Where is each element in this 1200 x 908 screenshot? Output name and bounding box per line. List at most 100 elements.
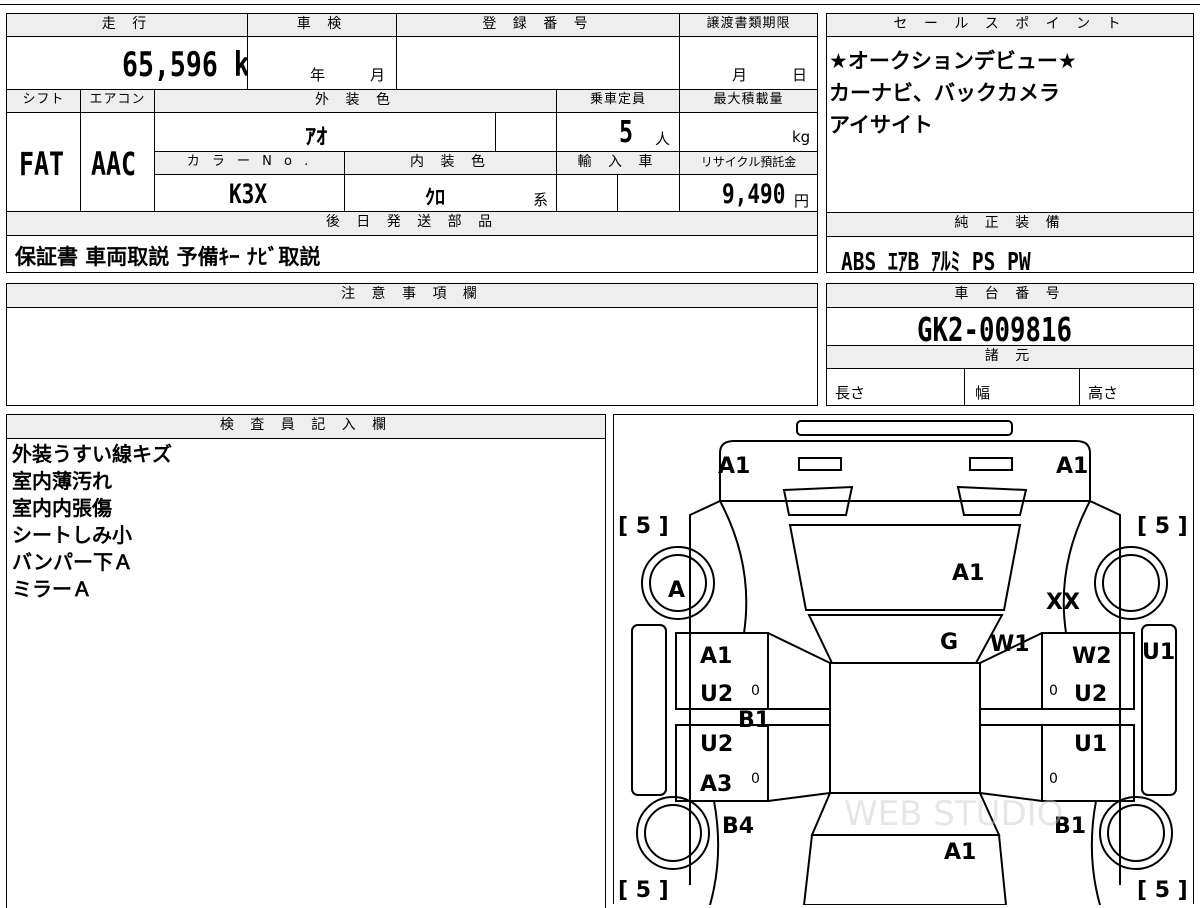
length-label: 長さ — [835, 384, 866, 402]
capacity-cell: 5 人 — [556, 112, 680, 152]
recycle-header: リサイクル預託金 — [679, 151, 818, 175]
height-cell: 高さ — [1079, 368, 1194, 406]
front-bumper-strip — [796, 420, 1013, 436]
chassis-header: 車 台 番 号 — [826, 283, 1194, 308]
sales-points-header: セ ー ル ス ポ イ ン ト — [826, 13, 1194, 37]
wheel-front-right-inner — [1102, 554, 1160, 612]
recycle-value: 9,490 — [722, 179, 786, 210]
mark-left-front-door-a: A1 — [700, 644, 732, 669]
mark-zero-1: 0 — [751, 683, 760, 699]
mark-left-rear-door-u: U2 — [700, 732, 733, 757]
mark-left-rear-fender: B4 — [722, 814, 754, 839]
sales-point-line-3: アイサイト — [829, 113, 933, 137]
roof — [829, 662, 981, 794]
top-strip — [0, 0, 1200, 5]
vehicle-damage-diagram: A1 A1 [ 5 ] [ 5 ] [ 5 ] [ 5 ] A A1 XX G … — [618, 420, 1188, 905]
color-no-value: K3X — [229, 179, 268, 210]
inspector-line-3: 室内内張傷 — [12, 496, 112, 520]
recycle-unit: 円 — [794, 192, 810, 210]
sales-points-cell: ★オークションデビュー★ カーナビ、バックカメラ アイサイト — [826, 36, 1194, 213]
right-pillar — [980, 708, 1134, 726]
mark-tire-rl: [ 5 ] — [618, 878, 669, 903]
mark-tire-fl: [ 5 ] — [618, 514, 669, 539]
ac-value: AAC — [91, 145, 137, 183]
later-parts-cell: 保証書 車両取説 予備ｷｰ ﾅﾋﾞ取説 — [6, 235, 818, 273]
mark-left-pillar: B1 — [738, 708, 770, 733]
exterior-color-sub-cell — [495, 112, 557, 152]
inspection-cell: 年 月 — [247, 36, 397, 90]
inspector-line-5: バンパー下Ａ — [12, 550, 133, 574]
registration-header: 登 録 番 号 — [396, 13, 680, 37]
inspector-line-4: シートしみ小 — [12, 523, 132, 547]
wheel-rear-left — [636, 796, 710, 870]
damage-diagram-frame: A1 A1 [ 5 ] [ 5 ] [ 5 ] [ 5 ] A A1 XX G … — [613, 414, 1194, 905]
notes-header: 注 意 事 項 欄 — [6, 283, 818, 308]
length-cell: 長さ — [826, 368, 965, 406]
color-no-cell: K3X — [154, 174, 345, 212]
mark-windshield: G — [940, 630, 958, 655]
inspection-month-unit: 月 — [370, 66, 386, 84]
exterior-color-value: ｱｵ — [305, 125, 328, 150]
inspector-line-1: 外装うすい線キズ — [12, 442, 172, 466]
width-label: 幅 — [975, 384, 991, 402]
exterior-color-header: 外 装 色 — [154, 89, 557, 113]
mark-right-sill: U1 — [1142, 640, 1175, 665]
mark-right-front-door-u: U2 — [1074, 682, 1107, 707]
later-parts-value: 保証書 車両取説 予備ｷｰ ﾅﾋﾞ取説 — [15, 245, 321, 269]
transfer-deadline-header: 譲渡書類期限 — [679, 13, 818, 37]
mileage-header: 走 行 — [6, 13, 248, 37]
mark-right-rear-door-u: U1 — [1074, 732, 1107, 757]
mileage-value: 65,596 km — [122, 45, 247, 85]
shift-value: FAT — [19, 145, 65, 183]
mark-wheel-fl: A — [668, 578, 685, 603]
mark-windshield-w: W1 — [990, 632, 1030, 657]
capacity-value: 5 — [619, 115, 634, 150]
wheel-rear-left-inner — [644, 804, 702, 862]
sales-point-line-1: ★オークションデビュー★ — [829, 49, 1077, 73]
registration-cell — [396, 36, 680, 90]
headlight-right — [969, 457, 1013, 471]
chassis-cell: GK2-009816 — [826, 307, 1194, 346]
ac-cell: AAC — [80, 112, 155, 212]
max-load-cell: kg — [679, 112, 818, 152]
specs-header: 諸 元 — [826, 345, 1194, 369]
genuine-equipment-cell: ABS ｴｱB ｱﾙﾐ PS PW — [826, 236, 1194, 273]
mark-zero-4: 0 — [1049, 771, 1058, 787]
rear-left-fender — [709, 800, 720, 905]
inspection-header: 車 検 — [247, 13, 397, 37]
hood — [788, 524, 1022, 611]
deadline-day-unit: 日 — [792, 66, 808, 84]
inspection-year-unit: 年 — [310, 66, 326, 84]
watermark: WEB STUDIO — [844, 794, 1063, 834]
mark-zero-2: 0 — [1049, 683, 1058, 699]
capacity-unit: 人 — [655, 130, 671, 148]
inspector-line-2: 室内薄汚れ — [12, 469, 112, 493]
mark-left-front-door-u: U2 — [700, 682, 733, 707]
sales-point-line-2: カーナビ、バックカメラ — [829, 81, 1060, 105]
import-cell-left — [556, 174, 618, 212]
height-label: 高さ — [1088, 384, 1119, 402]
color-no-header: カ ラ ー N o . — [154, 151, 345, 175]
genuine-equipment-value: ABS ｴｱB ｱﾙﾐ PS PW — [841, 247, 1031, 273]
inspector-cell: 外装うすい線キズ 室内薄汚れ 室内内張傷 シートしみ小 バンパー下Ａ ミラーＡ — [6, 438, 606, 908]
interior-color-suffix: 系 — [533, 191, 549, 209]
ac-header: エアコン — [80, 89, 155, 113]
exterior-color-cell: ｱｵ — [154, 112, 496, 152]
left-sill — [631, 624, 667, 796]
max-load-header: 最大積載量 — [679, 89, 818, 113]
import-header: 輸 入 車 — [556, 151, 680, 175]
interior-color-cell: ｸﾛ 系 — [344, 174, 557, 212]
import-cell-right — [617, 174, 680, 212]
recycle-cell: 9,490 円 — [679, 174, 818, 212]
left-window-lines — [767, 632, 831, 802]
deadline-cell: 月 日 — [679, 36, 818, 90]
mark-zero-3: 0 — [751, 771, 760, 787]
deadline-month-unit: 月 — [732, 66, 748, 84]
inspector-header: 検 査 員 記 入 欄 — [6, 414, 606, 439]
chassis-number: GK2-009816 — [917, 310, 1072, 346]
mark-tire-fr: [ 5 ] — [1137, 514, 1188, 539]
capacity-header: 乗車定員 — [556, 89, 680, 113]
mark-left-rear-door-a: A3 — [700, 772, 732, 797]
windshield — [807, 614, 1004, 664]
mark-right-front-glass: W2 — [1072, 644, 1112, 669]
